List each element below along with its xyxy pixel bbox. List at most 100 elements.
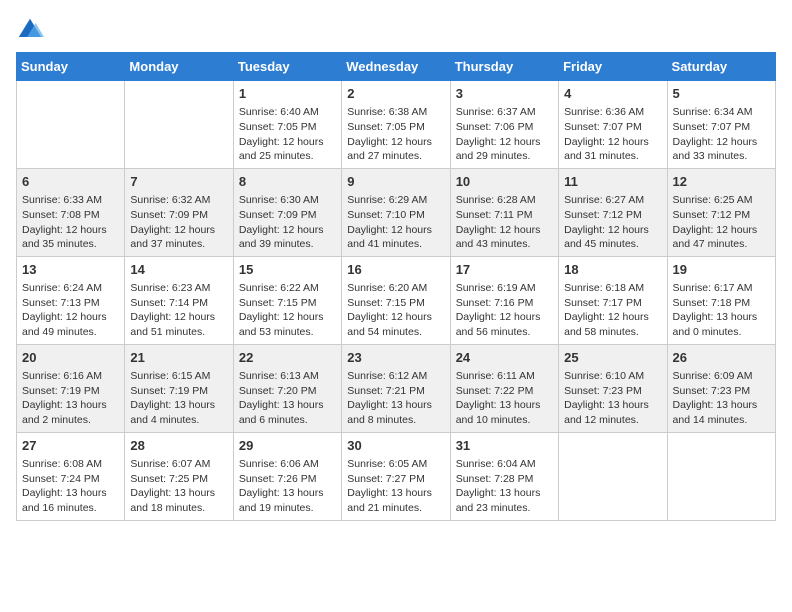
sunset-text: Sunset: 7:13 PM — [22, 296, 119, 311]
calendar-cell: 15Sunrise: 6:22 AMSunset: 7:15 PMDayligh… — [233, 256, 341, 344]
sunset-text: Sunset: 7:15 PM — [239, 296, 336, 311]
day-header-thursday: Thursday — [450, 53, 558, 81]
day-number: 4 — [564, 85, 661, 103]
calendar-week-row: 1Sunrise: 6:40 AMSunset: 7:05 PMDaylight… — [17, 81, 776, 169]
calendar-week-row: 13Sunrise: 6:24 AMSunset: 7:13 PMDayligh… — [17, 256, 776, 344]
daylight-text: Daylight: 12 hours and 51 minutes. — [130, 310, 227, 339]
calendar-cell — [17, 81, 125, 169]
sunrise-text: Sunrise: 6:08 AM — [22, 457, 119, 472]
day-number: 16 — [347, 261, 444, 279]
daylight-text: Daylight: 12 hours and 58 minutes. — [564, 310, 661, 339]
day-header-saturday: Saturday — [667, 53, 775, 81]
day-header-friday: Friday — [559, 53, 667, 81]
calendar-cell: 11Sunrise: 6:27 AMSunset: 7:12 PMDayligh… — [559, 168, 667, 256]
daylight-text: Daylight: 12 hours and 27 minutes. — [347, 135, 444, 164]
sunrise-text: Sunrise: 6:15 AM — [130, 369, 227, 384]
sunset-text: Sunset: 7:10 PM — [347, 208, 444, 223]
sunrise-text: Sunrise: 6:33 AM — [22, 193, 119, 208]
sunset-text: Sunset: 7:23 PM — [564, 384, 661, 399]
daylight-text: Daylight: 12 hours and 29 minutes. — [456, 135, 553, 164]
sunset-text: Sunset: 7:25 PM — [130, 472, 227, 487]
day-number: 15 — [239, 261, 336, 279]
sunset-text: Sunset: 7:08 PM — [22, 208, 119, 223]
daylight-text: Daylight: 13 hours and 0 minutes. — [673, 310, 770, 339]
calendar-header-row: SundayMondayTuesdayWednesdayThursdayFrid… — [17, 53, 776, 81]
daylight-text: Daylight: 13 hours and 8 minutes. — [347, 398, 444, 427]
sunrise-text: Sunrise: 6:16 AM — [22, 369, 119, 384]
sunrise-text: Sunrise: 6:38 AM — [347, 105, 444, 120]
daylight-text: Daylight: 12 hours and 43 minutes. — [456, 223, 553, 252]
calendar-cell: 8Sunrise: 6:30 AMSunset: 7:09 PMDaylight… — [233, 168, 341, 256]
daylight-text: Daylight: 12 hours and 54 minutes. — [347, 310, 444, 339]
calendar-week-row: 20 Sunrise: 6:16 AMSunset: 7:19 PM Dayligh… — [17, 344, 776, 432]
calendar-cell: 9Sunrise: 6:29 AMSunset: 7:10 PMDaylight… — [342, 168, 450, 256]
calendar-cell: 31Sunrise: 6:04 AMSunset: 7:28 PMDayligh… — [450, 432, 558, 520]
daylight-text: Daylight: 12 hours and 39 minutes. — [239, 223, 336, 252]
calendar-cell: 26 Sunrise: 6:09 AMSunset: 7:23 PMDayligh… — [667, 344, 775, 432]
calendar-week-row: 27Sunrise: 6:08 AMSunset: 7:24 PMDayligh… — [17, 432, 776, 520]
sunrise-text: Sunrise: 6:23 AM — [130, 281, 227, 296]
calendar-cell: 23Sunrise: 6:12 AMSunset: 7:21 PMDayligh… — [342, 344, 450, 432]
logo-icon — [16, 16, 44, 44]
daylight-text: Daylight: 12 hours and 41 minutes. — [347, 223, 444, 252]
sunset-text: Sunset: 7:14 PM — [130, 296, 227, 311]
day-number: 25 — [564, 349, 661, 367]
sunset-text: Sunset: 7:24 PM — [22, 472, 119, 487]
day-header-tuesday: Tuesday — [233, 53, 341, 81]
calendar-cell: 7Sunrise: 6:32 AMSunset: 7:09 PMDaylight… — [125, 168, 233, 256]
calendar-cell: 30Sunrise: 6:05 AMSunset: 7:27 PMDayligh… — [342, 432, 450, 520]
day-number: 28 — [130, 437, 227, 455]
calendar-cell — [667, 432, 775, 520]
day-header-sunday: Sunday — [17, 53, 125, 81]
sunrise-text: Sunrise: 6:07 AM — [130, 457, 227, 472]
day-number: 23 — [347, 349, 444, 367]
sunrise-text: Sunrise: 6:12 AM — [347, 369, 444, 384]
sunrise-text: Sunrise: 6:13 AM — [239, 369, 336, 384]
calendar-cell: 16Sunrise: 6:20 AMSunset: 7:15 PMDayligh… — [342, 256, 450, 344]
calendar-cell: 12Sunrise: 6:25 AMSunset: 7:12 PMDayligh… — [667, 168, 775, 256]
day-number: 22 — [239, 349, 336, 367]
sunset-text: Sunset: 7:26 PM — [239, 472, 336, 487]
calendar-cell — [125, 81, 233, 169]
sunset-text: Sunset: 7:16 PM — [456, 296, 553, 311]
sunrise-text: Sunrise: 6:09 AM — [673, 369, 770, 384]
day-number: 17 — [456, 261, 553, 279]
calendar-table: SundayMondayTuesdayWednesdayThursdayFrid… — [16, 52, 776, 521]
sunset-text: Sunset: 7:23 PM — [673, 384, 770, 399]
page-header — [16, 16, 776, 44]
calendar-cell: 21Sunrise: 6:15 AMSunset: 7:19 PMDayligh… — [125, 344, 233, 432]
sunset-text: Sunset: 7:17 PM — [564, 296, 661, 311]
sunset-text: Sunset: 7:18 PM — [673, 296, 770, 311]
day-number: 3 — [456, 85, 553, 103]
day-number: 20 — [22, 349, 119, 367]
sunset-text: Sunset: 7:20 PM — [239, 384, 336, 399]
sunset-text: Sunset: 7:06 PM — [456, 120, 553, 135]
calendar-cell: 2Sunrise: 6:38 AMSunset: 7:05 PMDaylight… — [342, 81, 450, 169]
calendar-cell: 4Sunrise: 6:36 AMSunset: 7:07 PMDaylight… — [559, 81, 667, 169]
daylight-text: Daylight: 13 hours and 14 minutes. — [673, 398, 770, 427]
daylight-text: Daylight: 12 hours and 49 minutes. — [22, 310, 119, 339]
sunset-text: Sunset: 7:09 PM — [239, 208, 336, 223]
calendar-cell: 28Sunrise: 6:07 AMSunset: 7:25 PMDayligh… — [125, 432, 233, 520]
sunset-text: Sunset: 7:19 PM — [22, 384, 119, 399]
sunset-text: Sunset: 7:12 PM — [564, 208, 661, 223]
sunset-text: Sunset: 7:15 PM — [347, 296, 444, 311]
sunset-text: Sunset: 7:11 PM — [456, 208, 553, 223]
day-number: 6 — [22, 173, 119, 191]
daylight-text: Daylight: 13 hours and 21 minutes. — [347, 486, 444, 515]
day-number: 7 — [130, 173, 227, 191]
day-number: 11 — [564, 173, 661, 191]
calendar-cell: 14Sunrise: 6:23 AMSunset: 7:14 PMDayligh… — [125, 256, 233, 344]
daylight-text: Daylight: 12 hours and 47 minutes. — [673, 223, 770, 252]
sunrise-text: Sunrise: 6:36 AM — [564, 105, 661, 120]
daylight-text: Daylight: 12 hours and 31 minutes. — [564, 135, 661, 164]
sunrise-text: Sunrise: 6:29 AM — [347, 193, 444, 208]
sunrise-text: Sunrise: 6:11 AM — [456, 369, 553, 384]
day-number: 26 — [673, 349, 770, 367]
calendar-cell: 17Sunrise: 6:19 AMSunset: 7:16 PMDayligh… — [450, 256, 558, 344]
sunrise-text: Sunrise: 6:18 AM — [564, 281, 661, 296]
daylight-text: Daylight: 13 hours and 12 minutes. — [564, 398, 661, 427]
sunrise-text: Sunrise: 6:40 AM — [239, 105, 336, 120]
calendar-cell: 6Sunrise: 6:33 AMSunset: 7:08 PMDaylight… — [17, 168, 125, 256]
day-number: 30 — [347, 437, 444, 455]
